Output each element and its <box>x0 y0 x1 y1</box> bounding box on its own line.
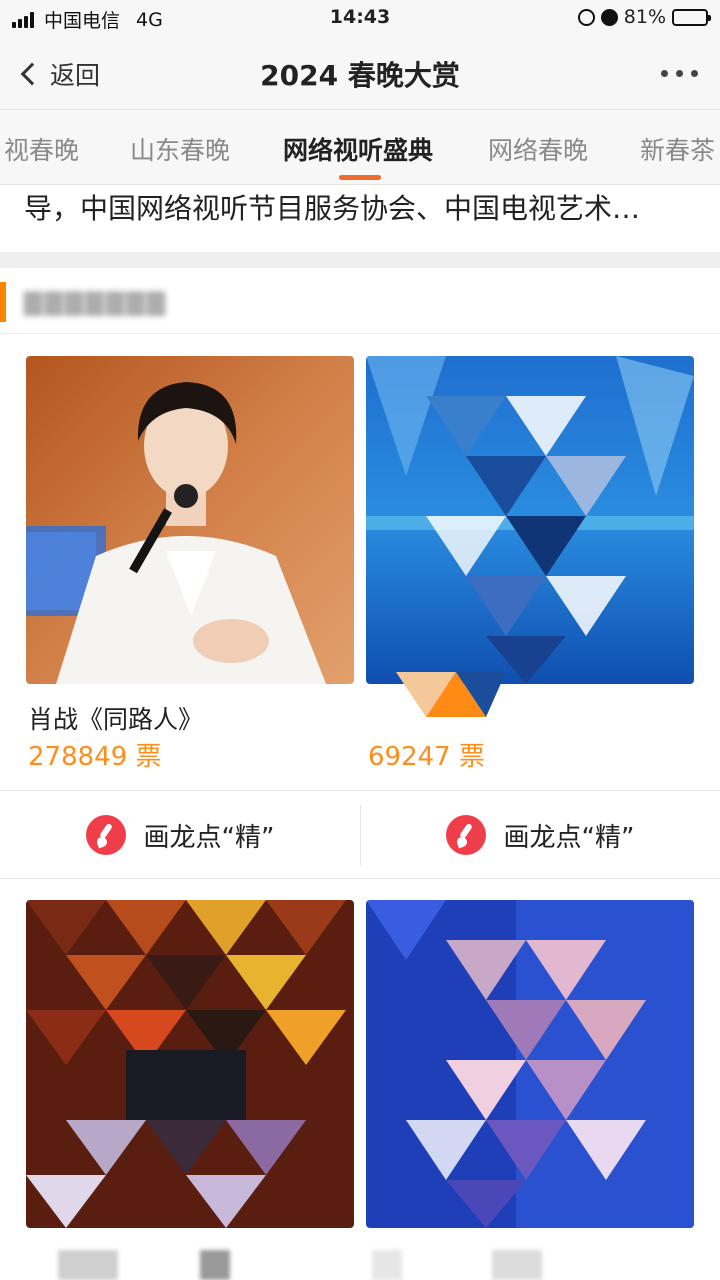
mosaic-image <box>366 900 694 1228</box>
mosaic-overflow-fragment <box>396 672 506 717</box>
blurred-label <box>58 1250 118 1280</box>
blurred-label <box>492 1250 542 1280</box>
rotation-lock-icon <box>577 8 595 26</box>
performance-name: 肖战《同路人》 <box>28 705 204 734</box>
vote-button-1[interactable]: 画龙点“精” <box>0 792 360 878</box>
blurred-label <box>200 1250 230 1280</box>
mosaic-image <box>26 900 354 1228</box>
brush-icon <box>85 815 126 855</box>
section-gap <box>0 252 720 268</box>
battery-percent: 81% <box>623 6 666 28</box>
tab-xinchun-cha[interactable]: 新春茶 <box>640 131 715 167</box>
performance-thumbnail-2-mosaic[interactable] <box>366 356 694 684</box>
performance-card-4[interactable] <box>366 900 694 1230</box>
singer-photo <box>26 356 354 684</box>
vote-button-label: 画龙点“精” <box>143 822 275 853</box>
section-accent-bar <box>0 282 6 322</box>
section-header: ▇▇▇▇▇▇▇ <box>0 268 720 334</box>
performance-thumbnail-1[interactable] <box>26 356 354 684</box>
blurred-label <box>372 1250 402 1280</box>
section-title-blurred: ▇▇▇▇▇▇▇ <box>24 288 168 316</box>
navigation-bar: 返回 2024 春晚大赏 <box>0 36 720 110</box>
mosaic-stage-image <box>366 356 694 684</box>
battery-icon <box>672 8 711 26</box>
vote-button-2[interactable]: 画龙点“精” <box>360 792 720 878</box>
performance-card-2[interactable]: 69247 票 <box>366 356 694 776</box>
status-bar: 中国电信 4G 14:43 81% <box>0 0 720 36</box>
divider <box>0 790 720 791</box>
vote-count: 69247 票 <box>368 742 485 772</box>
page-title: 2024 春晚大赏 <box>260 59 460 92</box>
tab-wangluo-shiting-shengdian[interactable]: 网络视听盛典 <box>283 131 433 167</box>
divider <box>0 878 720 879</box>
performance-thumbnail-4-mosaic[interactable] <box>366 900 694 1228</box>
vote-button-label: 画龙点“精” <box>503 822 635 853</box>
performance-thumbnail-3-mosaic[interactable] <box>26 900 354 1228</box>
more-dots-icon[interactable] <box>653 70 698 77</box>
brush-icon <box>445 815 486 855</box>
performance-card-3[interactable] <box>26 900 354 1230</box>
tab-wangluo-chunwan[interactable]: 网络春晚 <box>488 131 588 167</box>
tab-chunwan[interactable]: 视春晚 <box>4 131 79 167</box>
tab-bar: 视春晚 山东春晚 网络视听盛典 网络春晚 新春茶 <box>0 111 720 185</box>
performance-card-1[interactable]: 肖战《同路人》 278849 票 <box>26 356 354 776</box>
status-right: 81% <box>577 6 711 28</box>
tab-shandong-chunwan[interactable]: 山东春晚 <box>130 131 230 167</box>
alarm-icon <box>600 8 618 26</box>
vote-count: 278849 票 <box>28 742 162 772</box>
active-tab-indicator <box>339 175 381 180</box>
intro-text: 导，中国网络视听节目服务协会、中国电视艺术… <box>24 192 641 225</box>
